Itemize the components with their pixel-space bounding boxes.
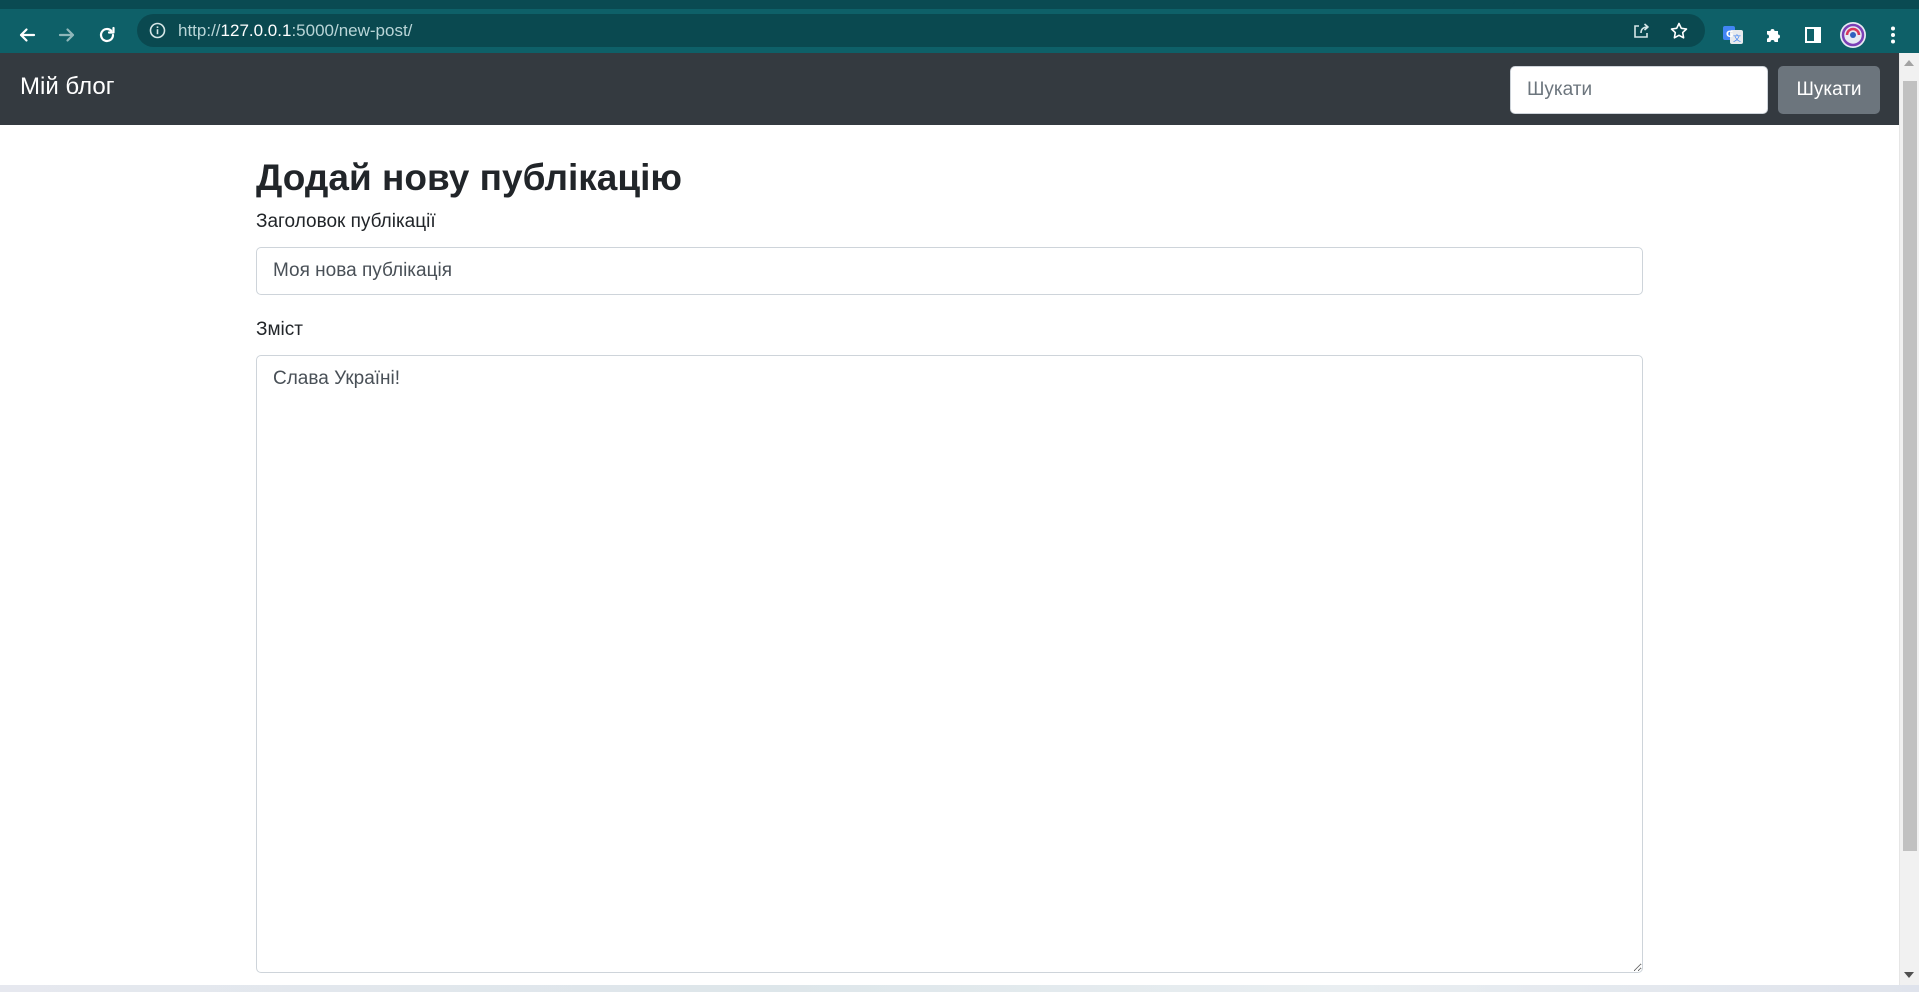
bottom-edge <box>0 985 1919 992</box>
side-panel-button[interactable] <box>1796 18 1830 52</box>
browser-toolbar: http://127.0.0.1:5000/new-post/ G文 <box>0 9 1919 53</box>
extensions-button[interactable] <box>1756 18 1790 52</box>
share-icon[interactable] <box>1630 20 1652 42</box>
brand-link[interactable]: Мій блог <box>20 73 114 101</box>
url-path: :5000/new-post/ <box>291 21 413 40</box>
reload-button[interactable] <box>90 18 124 52</box>
profile-button[interactable] <box>1836 18 1870 52</box>
translate-button[interactable]: G文 <box>1716 18 1750 52</box>
scroll-down-arrow[interactable] <box>1904 972 1914 978</box>
arrow-right-icon <box>57 25 77 45</box>
content-label: Зміст <box>256 319 303 340</box>
svg-text:文: 文 <box>1733 33 1741 43</box>
browser-tab[interactable] <box>1512 0 1919 9</box>
search-input[interactable] <box>1510 66 1768 114</box>
back-button[interactable] <box>10 18 44 52</box>
info-icon[interactable] <box>149 22 166 39</box>
scroll-thumb[interactable] <box>1903 81 1917 851</box>
site-navbar: Мій блог Шукати <box>0 53 1899 125</box>
url-text[interactable]: http://127.0.0.1:5000/new-post/ <box>178 21 412 41</box>
post-title-input[interactable] <box>256 247 1643 295</box>
side-panel-icon <box>1803 25 1823 45</box>
reload-icon <box>97 25 117 45</box>
url-host: 127.0.0.1 <box>220 21 292 40</box>
google-translate-icon: G文 <box>1722 24 1744 46</box>
title-label: Заголовок публікації <box>256 211 436 232</box>
arrow-left-icon <box>17 25 37 45</box>
post-content-textarea[interactable]: Слава Україні! <box>256 355 1643 973</box>
search-button[interactable]: Шукати <box>1778 66 1880 114</box>
url-scheme: http:// <box>178 21 221 40</box>
star-icon[interactable] <box>1668 20 1690 42</box>
forward-button[interactable] <box>50 18 84 52</box>
profile-avatar-icon <box>1839 21 1867 49</box>
puzzle-icon <box>1763 25 1783 45</box>
browser-menu-button[interactable] <box>1876 18 1910 52</box>
kebab-menu-icon <box>1890 25 1896 45</box>
page-scrollbar[interactable] <box>1899 53 1919 985</box>
scroll-up-arrow[interactable] <box>1904 60 1914 66</box>
address-bar[interactable]: http://127.0.0.1:5000/new-post/ <box>137 14 1705 47</box>
tab-strip <box>0 0 1919 9</box>
page-title: Додай нову публікацію <box>256 157 683 198</box>
